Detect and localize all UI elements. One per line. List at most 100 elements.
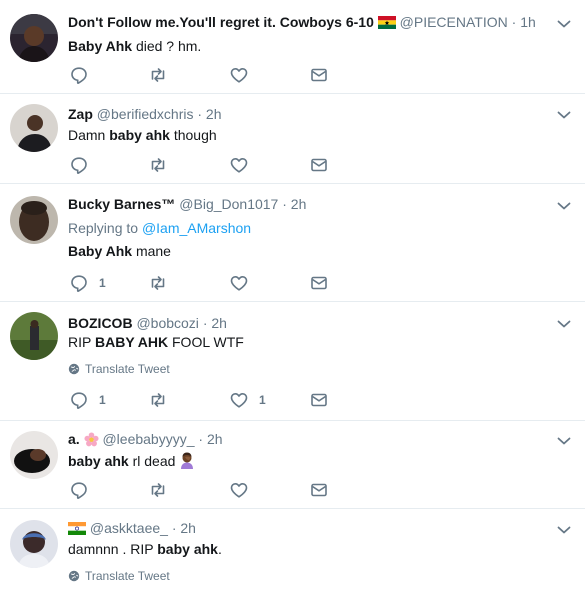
like-count: 1 [259,393,266,407]
display-name[interactable]: Bucky Barnes™ [68,196,175,212]
user-handle[interactable]: @leebabyyyy_ [102,431,194,447]
direct-message-button[interactable] [309,273,329,293]
chevron-down-icon[interactable] [557,436,571,446]
tweet-actions [68,155,368,175]
like-button[interactable] [229,480,249,500]
like-button[interactable]: 1 [229,390,266,410]
avatar[interactable] [10,431,58,479]
separator-dot: · [198,431,204,447]
user-handle[interactable]: @askktaee_ [90,520,168,536]
timestamp[interactable]: 2h [206,106,222,122]
chevron-down-icon[interactable] [557,201,571,211]
tweet-header: @askktaee_ · 2h [68,519,196,537]
user-handle[interactable]: @Big_Don1017 [179,196,278,212]
reply-count: 1 [99,276,106,290]
separator-dot: · [511,14,517,30]
chevron-down-icon[interactable] [557,525,571,535]
user-handle[interactable]: @bobcozi [136,315,198,331]
avatar[interactable] [10,196,58,244]
timestamp[interactable]: 2h [291,196,307,212]
timestamp[interactable]: 2h [207,431,223,447]
separator-dot: · [202,315,208,331]
direct-message-button[interactable] [309,390,329,410]
retweet-button[interactable] [148,480,168,500]
ghana-flag-icon [377,16,396,29]
tweet-text: RIP BABY AHK FOOL WTF [68,334,244,350]
envelope-icon [309,390,329,410]
replying-to: Replying to @Iam_AMarshon [68,220,252,236]
direct-message-button[interactable] [309,480,329,500]
separator-dot: · [171,520,177,536]
tweet-text: baby ahk rl dead [68,452,195,470]
tweet-2[interactable]: Zap @berifiedxchris · 2h Damn baby ahk t… [0,94,585,184]
globe-icon [68,570,80,582]
tweet-3[interactable]: Bucky Barnes™ @Big_Don1017 · 2h Replying… [0,184,585,302]
separator-dot: · [197,106,203,122]
avatar[interactable] [10,14,58,62]
timestamp[interactable]: 1h [520,14,536,30]
tweet-actions [68,65,368,85]
tweet-6[interactable]: @askktaee_ · 2h damnnn . RIP baby ahk. T… [0,509,585,597]
chevron-down-icon[interactable] [557,19,571,29]
flower-emoji-icon [84,432,99,447]
heart-icon [229,65,249,85]
direct-message-button[interactable] [309,65,329,85]
user-handle[interactable]: @berifiedxchris [97,106,194,122]
avatar[interactable] [10,104,58,152]
reply-icon [69,480,89,500]
avatar[interactable] [10,312,58,360]
retweet-icon [148,155,168,175]
separator-dot: · [282,196,287,212]
chevron-down-icon[interactable] [557,319,571,329]
heart-icon [229,155,249,175]
tweet-header: a. @leebabyyyy_ · 2h [68,430,223,448]
translate-tweet-link[interactable]: Translate Tweet [68,362,170,376]
tweet-header: Bucky Barnes™ @Big_Don1017 · 2h [68,195,306,213]
retweet-button[interactable] [148,273,168,293]
like-button[interactable] [229,155,249,175]
avatar[interactable] [10,520,58,568]
india-flag-icon [68,522,86,535]
display-name[interactable]: a. [68,431,80,447]
reply-button[interactable] [69,65,89,85]
retweet-button[interactable] [148,65,168,85]
tweet-4[interactable]: BOZICOB @bobcozi · 2h RIP BABY AHK FOOL … [0,302,585,421]
reply-button[interactable]: 1 [69,273,106,293]
reply-icon [69,65,89,85]
reply-icon [69,155,89,175]
retweet-button[interactable] [148,155,168,175]
retweet-icon [148,65,168,85]
display-name[interactable]: BOZICOB [68,315,133,331]
like-button[interactable] [229,273,249,293]
tweet-5[interactable]: a. @leebabyyyy_ · 2h baby ahk rl dead [0,421,585,509]
user-handle[interactable]: @PIECENATION [400,14,508,30]
heart-icon [229,480,249,500]
tweet-header: BOZICOB @bobcozi · 2h [68,314,227,332]
replying-to-link[interactable]: @Iam_AMarshon [142,220,251,236]
tweet-1[interactable]: Don't Follow me.You'll regret it. Cowboy… [0,0,585,94]
display-name[interactable]: Don't Follow me.You'll regret it. Cowboy… [68,14,374,30]
tweet-text: Baby Ahk died ? hm. [68,38,202,54]
timestamp[interactable]: 2h [211,315,227,331]
tweet-text: Baby Ahk mane [68,243,171,259]
tweet-actions [68,480,368,500]
heart-icon [229,273,249,293]
direct-message-button[interactable] [309,155,329,175]
tweet-actions: 1 1 [68,390,368,410]
reply-button[interactable] [69,155,89,175]
person-facepalming-emoji-icon [181,452,194,469]
heart-icon [229,390,249,410]
reply-button[interactable]: 1 [69,390,106,410]
reply-button[interactable] [69,480,89,500]
translate-tweet-link[interactable]: Translate Tweet [68,569,170,583]
retweet-icon [148,273,168,293]
envelope-icon [309,65,329,85]
tweet-header: Zap @berifiedxchris · 2h [68,105,222,123]
like-button[interactable] [229,65,249,85]
chevron-down-icon[interactable] [557,110,571,120]
tweet-text: Damn baby ahk though [68,127,217,143]
display-name[interactable]: Zap [68,106,93,122]
retweet-button[interactable] [148,390,168,410]
envelope-icon [309,273,329,293]
timestamp[interactable]: 2h [180,520,196,536]
